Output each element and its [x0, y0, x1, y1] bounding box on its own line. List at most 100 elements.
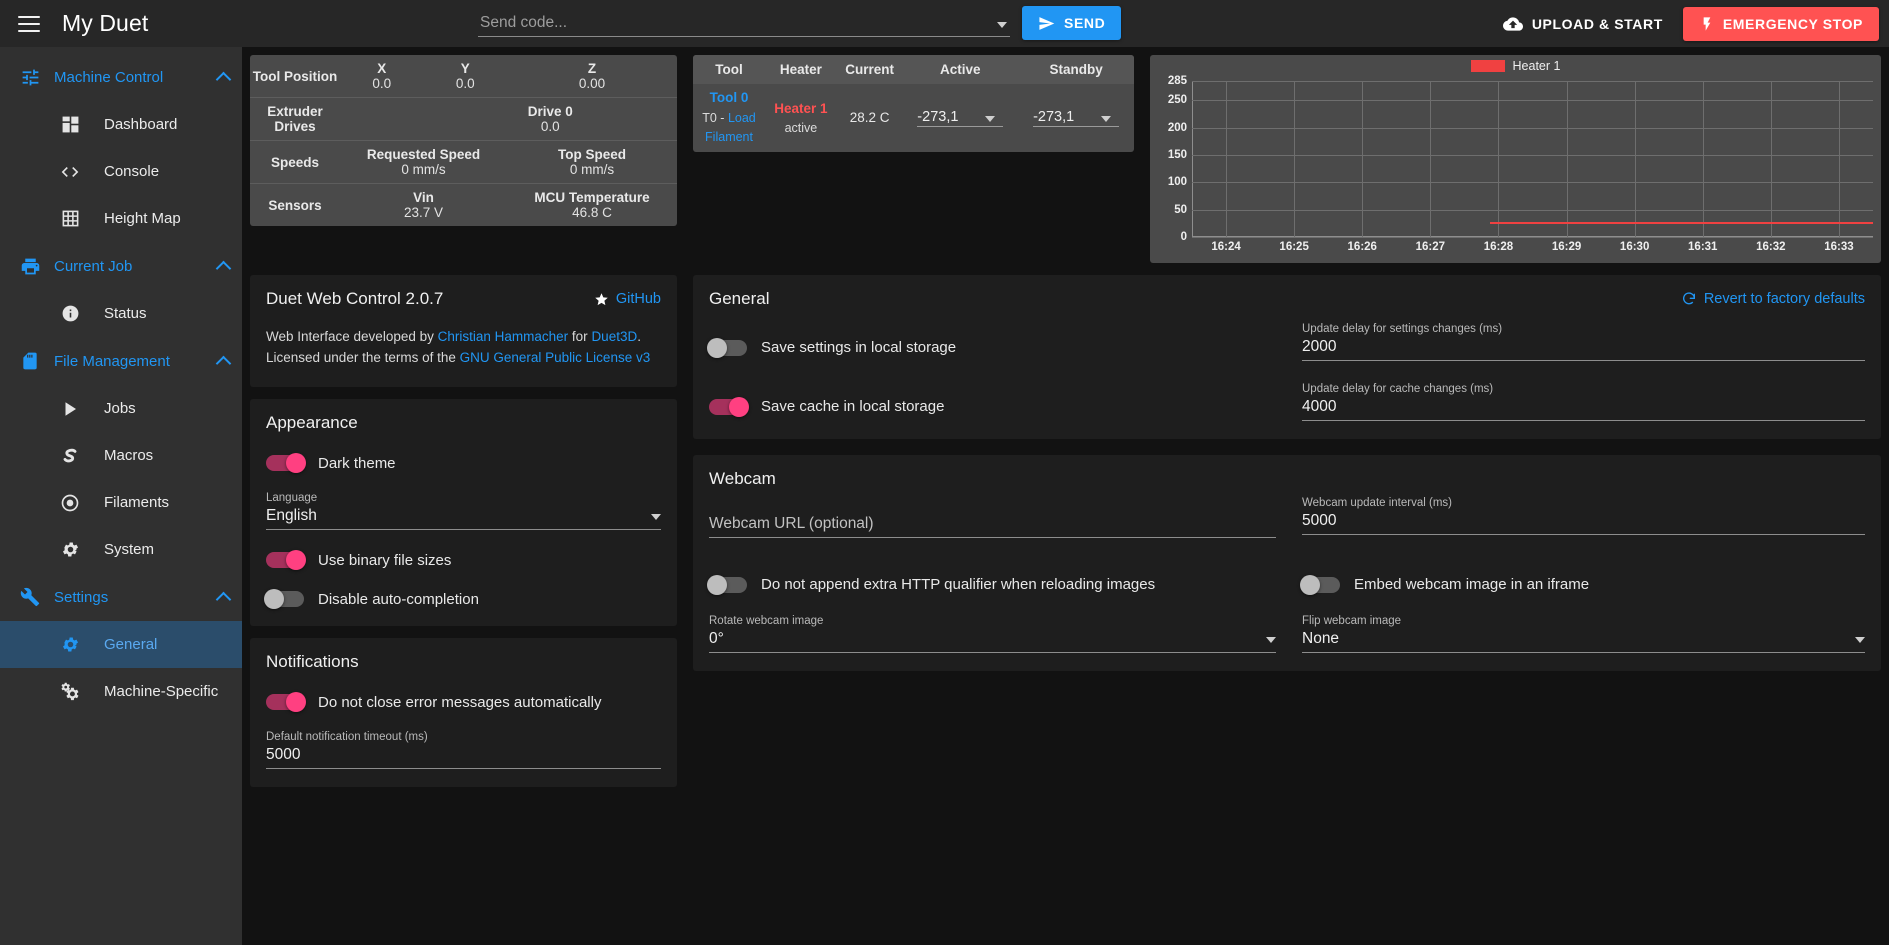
notification-timeout-input[interactable] — [266, 745, 661, 764]
tool-name-link[interactable]: Tool 0 — [693, 88, 765, 109]
sidebar-group-settings[interactable]: Settings — [0, 573, 242, 621]
send-code-field[interactable] — [478, 7, 1010, 37]
no-autoclose-row[interactable]: Do not close error messages automaticall… — [266, 692, 661, 713]
hamburger-icon[interactable] — [14, 9, 44, 39]
sidebar-group-file-management[interactable]: File Management — [0, 337, 242, 385]
webcam-url-input[interactable] — [709, 515, 1276, 533]
embed-iframe-row[interactable]: Embed webcam image in an iframe — [1298, 574, 1865, 595]
body-row: Machine Control Dashboard Console Height… — [0, 47, 1889, 945]
table-row: Tool Position X 0.0 Y 0.0 Z 0.00 — [250, 55, 677, 98]
sidebar-item-filaments[interactable]: Filaments — [0, 479, 242, 526]
webcam-url-input-wrap[interactable] — [709, 515, 1276, 538]
sidebar-item-label: Height Map — [104, 210, 181, 227]
chevron-up-icon[interactable] — [204, 70, 242, 87]
language-value[interactable] — [266, 506, 651, 525]
column-header: Top Speed — [557, 147, 626, 162]
notification-timeout-input-wrap[interactable] — [266, 745, 661, 769]
table-row: Extruder Drives Drive 0 0.0 — [250, 97, 677, 141]
active-temp-input[interactable] — [917, 108, 980, 125]
chevron-up-icon[interactable] — [204, 259, 242, 276]
tools-heaters-panel: Tool Heater Current Active Standby Tool … — [693, 55, 1134, 267]
chart-gridline-v — [1362, 81, 1364, 237]
flip-webcam-value[interactable] — [1302, 630, 1855, 648]
load-filament-link[interactable]: Load — [728, 111, 756, 125]
chevron-down-icon[interactable] — [997, 22, 1007, 28]
flip-webcam-select[interactable] — [1302, 630, 1865, 653]
sidebar-item-macros[interactable]: Macros — [0, 432, 242, 479]
cell-value: 0 mm/s — [569, 162, 615, 177]
sidebar-item-status[interactable]: Status — [0, 290, 242, 337]
save-settings-toggle[interactable] — [707, 337, 747, 358]
settings-area: Duet Web Control 2.0.7 GitHub Web Interf… — [242, 267, 1889, 795]
chevron-down-icon[interactable] — [1266, 637, 1276, 643]
standby-temp-field[interactable] — [1033, 108, 1120, 127]
about-line2-pre: Licensed under the terms of the — [266, 349, 460, 365]
save-settings-row[interactable]: Save settings in local storage — [707, 337, 1276, 358]
save-cache-toggle[interactable] — [709, 396, 749, 417]
chevron-up-icon[interactable] — [204, 590, 242, 607]
binary-file-sizes-label: Use binary file sizes — [318, 551, 452, 569]
temperature-chart[interactable]: Heater 1 0 50 100 150 200 250 285 16:24 16:25 16:… — [1150, 55, 1881, 263]
cache-delay-input[interactable] — [1302, 398, 1865, 416]
settings-delay-input[interactable] — [1302, 338, 1865, 356]
sidebar-item-machine-specific[interactable]: Machine-Specific — [0, 668, 242, 715]
chevron-down-icon[interactable] — [985, 115, 996, 122]
language-field: Language — [266, 492, 661, 530]
cache-delay-input-wrap[interactable] — [1302, 398, 1865, 421]
emergency-stop-button[interactable]: EMERGENCY STOP — [1682, 6, 1879, 41]
sidebar-item-height-map[interactable]: Height Map — [0, 195, 242, 242]
chevron-down-icon[interactable] — [651, 513, 661, 520]
gear-icon — [46, 635, 94, 654]
license-link[interactable]: GNU General Public License v3 — [460, 350, 651, 365]
column-header: Tool — [693, 55, 766, 84]
filament-circle-icon — [46, 493, 94, 513]
top-panels: Tool Position X 0.0 Y 0.0 Z 0.00 Extrude… — [242, 47, 1889, 267]
heater-name-link[interactable]: Heater 1 — [765, 101, 837, 116]
load-filament-link-2[interactable]: Filament — [705, 130, 753, 144]
settings-delay-input-wrap[interactable] — [1302, 338, 1865, 361]
sidebar-item-dashboard[interactable]: Dashboard — [0, 101, 242, 148]
rotate-webcam-value[interactable] — [709, 630, 1266, 648]
webcam-interval-input[interactable] — [1302, 512, 1865, 530]
company-link[interactable]: Duet3D — [591, 329, 637, 344]
sidebar-group-current-job[interactable]: Current Job — [0, 242, 242, 290]
binary-file-sizes-toggle[interactable] — [266, 550, 306, 571]
dark-theme-row[interactable]: Dark theme — [266, 453, 661, 474]
language-select[interactable] — [266, 506, 661, 530]
send-code-input[interactable] — [478, 14, 991, 34]
sidebar-group-machine-control[interactable]: Machine Control — [0, 53, 242, 101]
table-header-row: Tool Heater Current Active Standby — [693, 55, 1134, 84]
upload-and-start-button[interactable]: UPLOAD & START — [1489, 7, 1677, 41]
send-button[interactable]: SEND — [1022, 6, 1122, 40]
revert-to-factory-defaults-link[interactable]: Revert to factory defaults — [1681, 291, 1865, 307]
sidebar-item-label: Dashboard — [104, 116, 178, 133]
sidebar-item-system[interactable]: System — [0, 526, 242, 573]
disable-autocompletion-row[interactable]: Disable auto-completion — [264, 589, 661, 610]
about-text: Web Interface developed by Christian Ham… — [266, 327, 661, 369]
chevron-down-icon[interactable] — [1855, 637, 1865, 643]
chevron-down-icon[interactable] — [1101, 115, 1112, 122]
row-label: Sensors — [250, 183, 340, 226]
github-link[interactable]: GitHub — [594, 291, 661, 307]
active-temp-field[interactable] — [917, 108, 1004, 127]
webcam-grid-toggles: Do not append extra HTTP qualifier when … — [707, 538, 1865, 595]
binary-file-sizes-row[interactable]: Use binary file sizes — [266, 550, 661, 571]
no-http-qualifier-toggle[interactable] — [707, 574, 747, 595]
sidebar-item-label: Jobs — [104, 400, 136, 417]
standby-temp-input[interactable] — [1033, 108, 1096, 125]
chevron-up-icon[interactable] — [204, 354, 242, 371]
disable-autocompletion-toggle[interactable] — [264, 589, 304, 610]
webcam-interval-input-wrap[interactable] — [1302, 512, 1865, 535]
no-autoclose-toggle[interactable] — [266, 692, 306, 713]
embed-iframe-toggle[interactable] — [1300, 574, 1340, 595]
sidebar-item-jobs[interactable]: Jobs — [0, 385, 242, 432]
column-header: Requested Speed — [366, 147, 481, 162]
settings-delay-field: Update delay for settings changes (ms) — [1302, 323, 1865, 361]
author-link[interactable]: Christian Hammacher — [438, 329, 569, 344]
dark-theme-toggle[interactable] — [266, 453, 306, 474]
no-http-qualifier-row[interactable]: Do not append extra HTTP qualifier when … — [707, 574, 1276, 595]
sidebar-item-console[interactable]: Console — [0, 148, 242, 195]
sidebar-item-general[interactable]: General — [0, 621, 242, 668]
rotate-webcam-select[interactable] — [709, 630, 1276, 653]
save-cache-row[interactable]: Save cache in local storage — [709, 396, 1276, 417]
